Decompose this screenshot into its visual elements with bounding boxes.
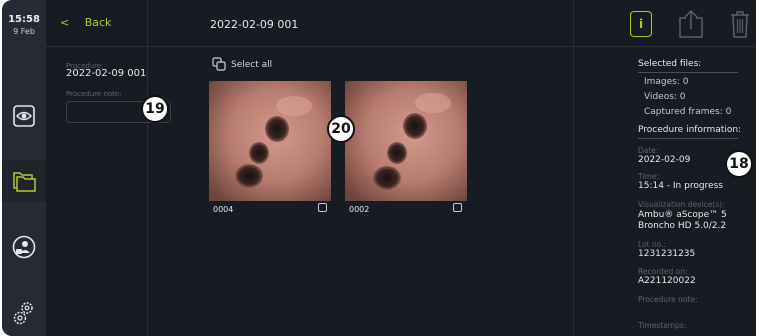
live-view-button[interactable]	[2, 95, 46, 137]
procedure-value: 2022-02-09 001	[66, 68, 147, 79]
recorded-label: Recorded on:	[638, 267, 688, 276]
device-value: Ambu® aScope™ 5	[638, 210, 727, 220]
divider	[573, 0, 574, 336]
clock-time: 15:58	[8, 14, 40, 25]
settings-button[interactable]	[2, 292, 46, 334]
folder-icon	[13, 172, 36, 192]
select-all-button[interactable]: Select all	[231, 60, 272, 70]
device-value: Broncho HD 5.0/2.2	[638, 221, 727, 231]
thumbnail-label: 0002	[349, 205, 370, 214]
clock: 15:58 9 Feb	[2, 14, 46, 36]
info-button[interactable]: i	[630, 11, 652, 37]
side-rail: 15:58 9 Feb	[2, 0, 46, 336]
clock-date: 9 Feb	[13, 27, 35, 36]
procedure-note-label: Procedure note:	[66, 90, 122, 98]
divider	[638, 138, 738, 139]
copy-icon[interactable]	[212, 57, 226, 71]
lot-value: 1231231235	[638, 249, 696, 259]
callout-18: 18	[725, 150, 753, 178]
settings-icon	[13, 302, 33, 325]
date-label: Date:	[638, 146, 659, 155]
timestamps-label: Timestamps:	[638, 321, 687, 330]
chevron-left-icon: <	[60, 16, 70, 29]
checkbox-icon[interactable]	[453, 203, 462, 212]
archive-button[interactable]	[2, 160, 46, 202]
endoscopy-image	[209, 81, 331, 201]
divider	[638, 72, 738, 73]
thumbnail-label: 0004	[213, 205, 234, 214]
header: < Back 2022-02-09 001 i	[46, 0, 756, 47]
selected-files-title: Selected files:	[638, 59, 702, 69]
lot-label: Lot no.:	[638, 240, 667, 249]
trash-icon	[731, 11, 749, 38]
date-value: 2022-02-09	[638, 155, 691, 165]
divider	[147, 0, 148, 336]
page-title: 2022-02-09 001	[210, 18, 299, 31]
user-lock-icon	[12, 235, 36, 259]
thumbnail-0002[interactable]	[345, 81, 467, 201]
upload-button[interactable]	[678, 9, 704, 43]
user-button[interactable]	[2, 226, 46, 268]
info-icon: i	[638, 17, 644, 31]
delete-button[interactable]	[729, 9, 751, 43]
time-label: Time:	[638, 172, 659, 181]
images-count: Images: 0	[644, 77, 689, 87]
videos-count: Videos: 0	[644, 92, 686, 102]
eye-icon	[13, 105, 35, 127]
callout-19: 19	[141, 95, 169, 123]
callout-20: 20	[327, 115, 355, 143]
procedure-info-title: Procedure information:	[638, 125, 742, 135]
recorded-value: A221120022	[638, 276, 696, 286]
screen: 15:58 9 Feb < Back 2022-02-09 001 i Proc…	[2, 0, 756, 336]
frames-count: Captured frames: 0	[644, 107, 732, 117]
upload-icon	[679, 9, 703, 38]
back-button[interactable]: < Back	[60, 16, 111, 29]
thumbnail-0004[interactable]	[209, 81, 331, 201]
endoscopy-image	[345, 81, 467, 201]
back-label: Back	[84, 16, 112, 29]
device-label: Visualization device(s):	[638, 200, 725, 209]
time-value: 15:14 - In progress	[638, 181, 723, 191]
checkbox-icon[interactable]	[318, 203, 327, 212]
procedure-note-label: Procedure note:	[638, 295, 698, 304]
